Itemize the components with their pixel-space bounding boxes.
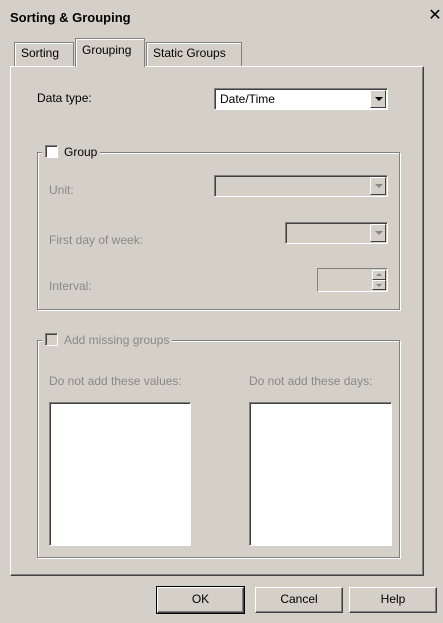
missing-groups-checkbox[interactable] (45, 333, 58, 346)
window-title: Sorting & Grouping (10, 10, 131, 25)
tab-grouping-label: Grouping (82, 43, 132, 57)
missing-groups-label: Add missing groups (64, 333, 170, 347)
tab-static-groups[interactable]: Static Groups (146, 42, 242, 66)
exclude-values-label: Do not add these values: (49, 374, 182, 388)
chevron-down-icon[interactable] (370, 90, 386, 108)
group-checkbox-row[interactable]: Group (42, 145, 101, 159)
first-day-select[interactable] (285, 222, 388, 244)
spin-down-icon[interactable] (372, 280, 386, 290)
sorting-grouping-dialog: Sorting & Grouping ✕ Sorting Grouping St… (0, 0, 443, 623)
help-button[interactable]: Help (349, 587, 437, 613)
group-checkbox[interactable] (45, 145, 58, 158)
unit-select[interactable] (214, 175, 388, 197)
exclude-days-list[interactable] (249, 402, 392, 546)
group-checkbox-label: Group (64, 145, 98, 159)
close-icon[interactable]: ✕ (428, 8, 442, 24)
interval-label: Interval: (49, 279, 92, 293)
spin-up-icon[interactable] (372, 270, 386, 280)
ok-button[interactable]: OK (156, 586, 245, 614)
cancel-button[interactable]: Cancel (255, 587, 343, 613)
title-bar: Sorting & Grouping ✕ (0, 0, 443, 34)
interval-spinner[interactable] (317, 268, 388, 292)
exclude-values-list[interactable] (49, 402, 191, 546)
data-type-label: Data type: (37, 91, 92, 105)
tab-static-groups-label: Static Groups (153, 46, 226, 60)
chevron-down-icon[interactable] (370, 224, 386, 242)
exclude-days-label: Do not add these days: (249, 374, 373, 388)
missing-groups-checkbox-row[interactable]: Add missing groups (42, 333, 173, 347)
tab-sorting-label: Sorting (21, 46, 60, 60)
chevron-down-icon[interactable] (370, 177, 386, 195)
data-type-select[interactable]: Date/Time (214, 88, 388, 110)
tab-grouping[interactable]: Grouping (75, 38, 145, 67)
unit-label: Unit: (49, 183, 74, 197)
first-day-label: First day of week: (49, 233, 144, 247)
tab-sorting[interactable]: Sorting (14, 42, 74, 66)
data-type-value: Date/Time (220, 92, 275, 106)
